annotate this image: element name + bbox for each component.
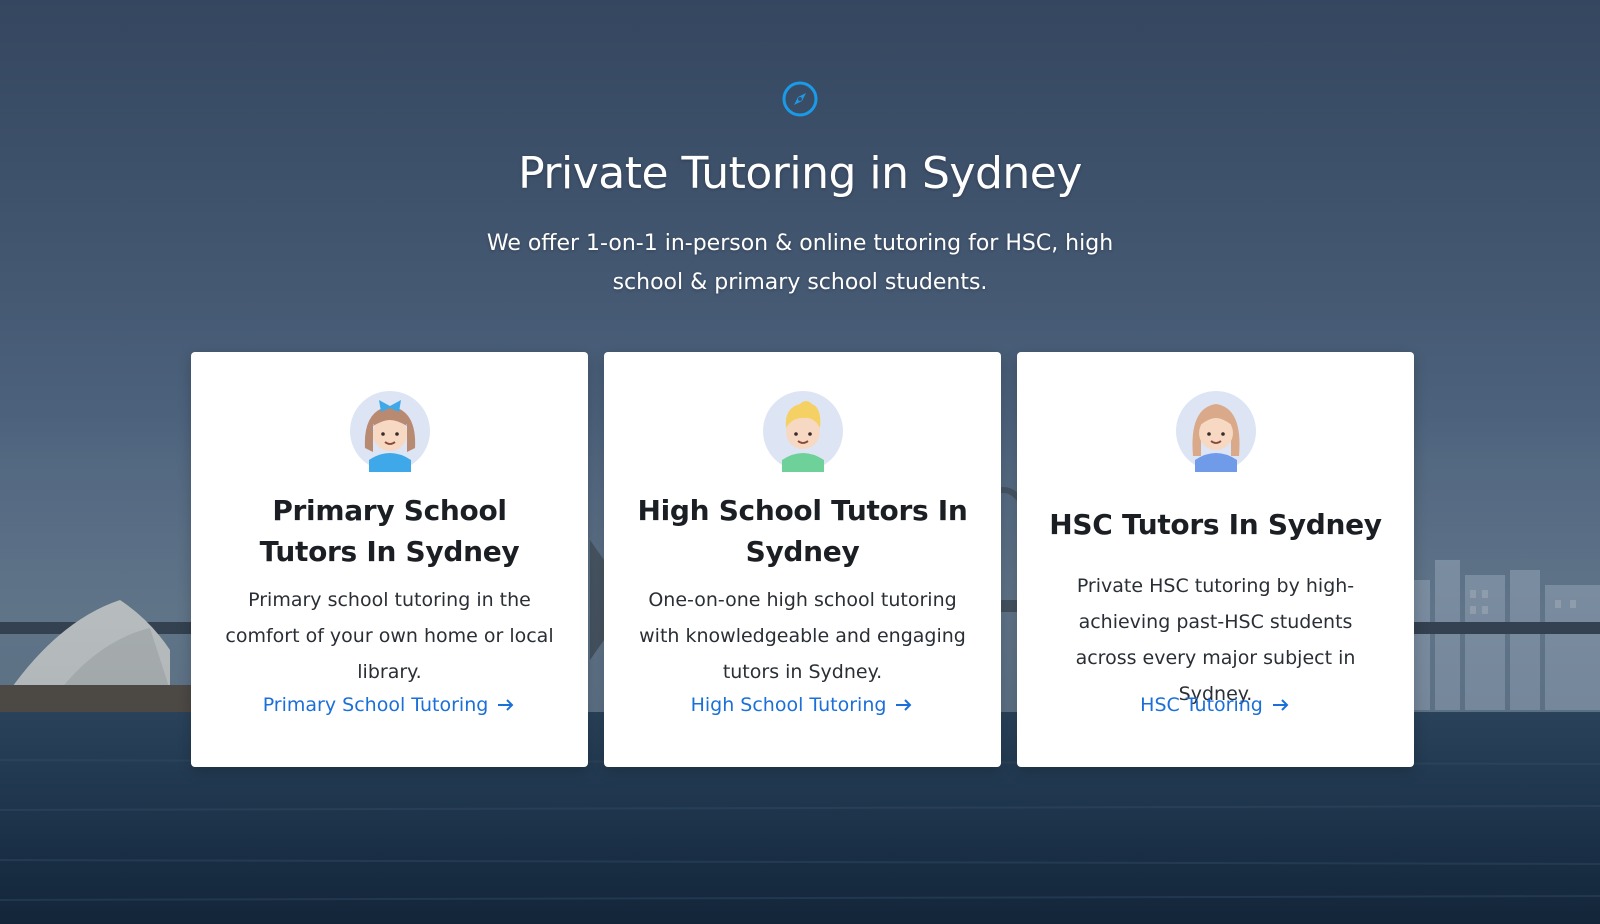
card-title: Primary School Tutors In Sydney: [259, 494, 520, 568]
link-label: High School Tutoring: [690, 694, 887, 716]
arrow-right-icon: [896, 699, 912, 711]
card-title: High School Tutors In Sydney: [637, 494, 968, 568]
card-description: One-on-one high school tutoring with kno…: [639, 589, 966, 683]
high-school-tutoring-link[interactable]: High School Tutoring: [604, 694, 1001, 716]
compass-icon: [782, 81, 818, 117]
card-hsc: HSC Tutors In Sydney Private HSC tutorin…: [1017, 352, 1414, 767]
hsc-tutoring-link[interactable]: HSC Tutoring: [1017, 694, 1414, 716]
primary-school-tutoring-link[interactable]: Primary School Tutoring: [191, 694, 588, 716]
girl-bow-avatar-icon: [350, 391, 430, 472]
girl-avatar-icon: [1176, 391, 1256, 472]
page-title: Private Tutoring in Sydney: [518, 148, 1082, 199]
hero-section: Private Tutoring in Sydney We offer 1-on…: [0, 0, 1600, 924]
link-label: Primary School Tutoring: [262, 694, 489, 716]
card-title: HSC Tutors In Sydney: [1049, 508, 1382, 541]
arrow-right-icon: [498, 699, 514, 711]
boy-avatar-icon: [763, 391, 843, 472]
card-primary-school: Primary School Tutors In Sydney Primary …: [191, 352, 588, 767]
card-description: Primary school tutoring in the comfort o…: [225, 589, 554, 683]
card-description: Private HSC tutoring by high-achieving p…: [1075, 575, 1356, 705]
page-subtitle: We offer 1-on-1 in-person & online tutor…: [486, 231, 1114, 295]
link-label: HSC Tutoring: [1140, 694, 1263, 716]
arrow-right-icon: [1272, 699, 1289, 711]
card-high-school: High School Tutors In Sydney One-on-one …: [604, 352, 1001, 767]
